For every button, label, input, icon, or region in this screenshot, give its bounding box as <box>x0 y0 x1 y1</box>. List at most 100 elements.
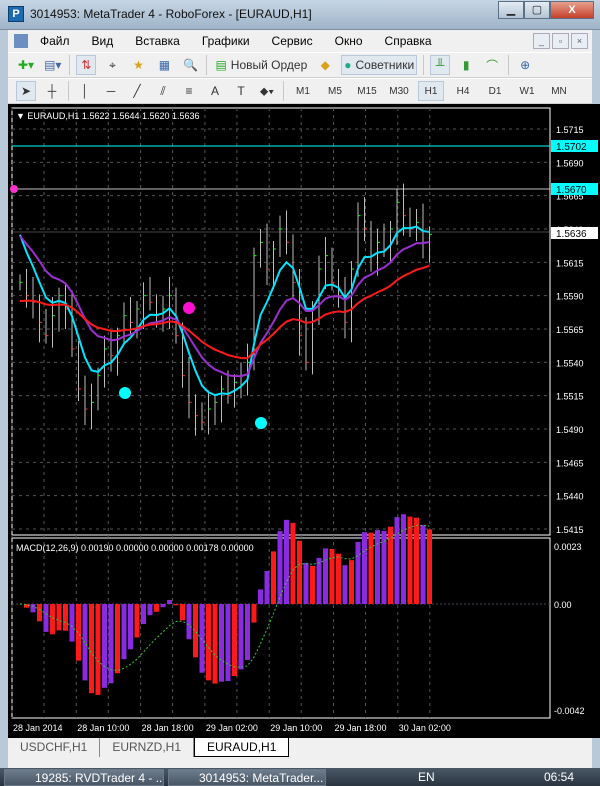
close-button[interactable]: X <box>550 1 594 19</box>
text-icon[interactable]: A <box>205 81 225 101</box>
strategy-tester-icon[interactable]: 🔍 <box>180 55 200 75</box>
price-tick-label: 1.5690 <box>556 158 584 168</box>
macd-histogram-bar <box>349 560 354 605</box>
macd-histogram-bar <box>258 589 263 605</box>
menu-bar: Файл Вид Вставка Графики Сервис Окно Спр… <box>8 30 592 52</box>
menu-view[interactable]: Вид <box>92 34 114 48</box>
alert-icon[interactable]: ◆ <box>315 55 335 75</box>
macd-header: MACD(12,26,9) 0.00190 0.00000 0.00000 0.… <box>16 543 254 553</box>
tab-eurnzd[interactable]: EURNZD,H1 <box>100 738 195 757</box>
drawing-toolbar: ➤ ┼ │ ─ ╱ ⫽ ≡ A T ⬥▾ M1 M5 M15 M30 H1 H4… <box>8 78 592 104</box>
timeframe-d1[interactable]: D1 <box>482 86 508 97</box>
minimize-button[interactable]: ▁ <box>498 1 524 19</box>
chart-window[interactable]: 1.57151.56901.56651.56401.56151.55901.55… <box>8 104 600 738</box>
crosshair-icon[interactable]: ┼ <box>42 81 62 101</box>
timeframe-m15[interactable]: M15 <box>354 86 380 97</box>
signal-dot <box>119 387 131 399</box>
advisors-icon: ● <box>344 58 352 72</box>
mdi-minimize-button[interactable]: _ <box>533 33 550 49</box>
timeframe-h4[interactable]: H4 <box>450 86 476 97</box>
trendline-icon[interactable]: ╱ <box>127 81 147 101</box>
zoom-in-icon[interactable]: ⊕ <box>515 55 535 75</box>
equidistant-channel-icon[interactable]: ⫽ <box>153 81 173 101</box>
timeframe-m30[interactable]: M30 <box>386 86 412 97</box>
fibonacci-icon[interactable]: ≡ <box>179 81 199 101</box>
timeframe-m1[interactable]: M1 <box>290 86 316 97</box>
tab-euraud[interactable]: EURAUD,H1 <box>194 738 290 757</box>
profiles-icon[interactable]: ▤▾ <box>42 55 63 75</box>
signal-dot <box>255 417 267 429</box>
maximize-button[interactable]: ▢ <box>524 1 550 19</box>
standard-toolbar: ✚▾ ▤▾ ⇅ ⌖ ★ ▦ 🔍 ▤ Новый Ордер ◆ ● Советник… <box>8 52 592 78</box>
taskbar-item-rvdtrader[interactable]: 19285: RVDTrader 4 - ... <box>4 769 164 786</box>
chart-tabs: USDCHF,H1 EURNZD,H1 EURAUD,H1 <box>8 738 592 757</box>
title-bar: P 3014953: MetaTrader 4 - RoboForex - [E… <box>0 0 600 30</box>
macd-histogram-bar <box>89 604 94 694</box>
candlestick-icon[interactable]: ▮ <box>456 55 476 75</box>
price-tick-label: 1.5715 <box>556 125 584 135</box>
macd-histogram-bar <box>154 604 159 612</box>
taskbar: 19285: RVDTrader 4 - ... 3014953: MetaTr… <box>0 768 600 786</box>
macd-histogram-bar <box>251 604 257 623</box>
macd-histogram-bar <box>238 604 244 670</box>
terminal-icon[interactable]: ▦ <box>154 55 174 75</box>
status-bar <box>8 757 592 768</box>
macd-histogram-bar <box>427 529 432 605</box>
macd-histogram-bar <box>368 532 374 605</box>
menu-insert[interactable]: Вставка <box>135 34 180 48</box>
macd-histogram-bar <box>219 604 224 682</box>
menu-charts[interactable]: Графики <box>202 34 250 48</box>
menu-help[interactable]: Справка <box>385 34 432 48</box>
timeframe-m5[interactable]: M5 <box>322 86 348 97</box>
window-title: 3014953: MetaTrader 4 - RoboForex - [EUR… <box>30 7 312 21</box>
chart-window-icon <box>14 34 28 48</box>
timeframe-w1[interactable]: W1 <box>514 86 540 97</box>
new-chart-icon[interactable]: ✚▾ <box>16 55 36 75</box>
arrows-icon[interactable]: ⬥▾ <box>257 81 277 101</box>
macd-histogram-bar <box>115 604 120 674</box>
macd-histogram-bar <box>277 531 283 605</box>
new-order-button[interactable]: ▤ Новый Ордер <box>213 55 309 75</box>
level-label-text: 1.5702 <box>556 142 587 153</box>
signal-dot <box>183 302 195 314</box>
macd-histogram-bar <box>95 604 101 695</box>
macd-histogram-bar <box>407 516 413 605</box>
macd-histogram-bar <box>69 604 75 642</box>
favorites-folder-icon[interactable]: ★ <box>128 55 148 75</box>
macd-histogram-bar <box>212 604 218 684</box>
line-chart-icon[interactable]: ⌒ <box>482 55 502 75</box>
cursor-icon[interactable]: ➤ <box>16 81 36 101</box>
timeframe-mn[interactable]: MN <box>546 86 572 97</box>
macd-histogram-bar <box>245 604 250 660</box>
vertical-line-icon[interactable]: │ <box>75 81 95 101</box>
market-watch-icon[interactable]: ⇅ <box>76 55 97 75</box>
mdi-close-button[interactable]: × <box>571 33 588 49</box>
menu-window[interactable]: Окно <box>335 34 363 48</box>
bar-chart-icon[interactable]: ╨ <box>430 55 451 75</box>
tab-usdchf[interactable]: USDCHF,H1 <box>8 738 101 757</box>
timeframe-h1[interactable]: H1 <box>418 81 444 101</box>
macd-histogram-bar <box>362 532 367 605</box>
horizontal-line-icon[interactable]: ─ <box>101 81 121 101</box>
crosshair-navigator-icon[interactable]: ⌖ <box>102 55 122 75</box>
macd-histogram-bar <box>342 565 348 605</box>
macd-histogram-bar <box>375 530 380 605</box>
macd-histogram-bar <box>173 604 179 606</box>
language-indicator[interactable]: EN <box>418 770 435 784</box>
menu-tools[interactable]: Сервис <box>272 34 313 48</box>
time-tick-label: 29 Jan 02:00 <box>206 723 258 733</box>
price-tick-label: 1.5490 <box>556 425 584 435</box>
taskbar-item-metatrader[interactable]: 3014953: MetaTrader... <box>168 769 326 786</box>
mdi-restore-button[interactable]: ▫ <box>552 33 569 49</box>
price-tick-label: 1.5465 <box>556 458 584 468</box>
price-tick-label: 1.5415 <box>556 525 584 535</box>
expert-advisors-button[interactable]: ● Советники <box>341 55 418 75</box>
macd-histogram-bar <box>310 565 315 605</box>
text-label-icon[interactable]: T <box>231 81 251 101</box>
macd-histogram-bar <box>43 604 49 632</box>
macd-histogram-bar <box>420 524 426 605</box>
menu-file[interactable]: Файл <box>40 34 70 48</box>
price-chart[interactable]: 1.57151.56901.56651.56401.56151.55901.55… <box>8 104 600 738</box>
macd-histogram-bar <box>167 599 172 605</box>
macd-histogram-bar <box>180 604 185 621</box>
